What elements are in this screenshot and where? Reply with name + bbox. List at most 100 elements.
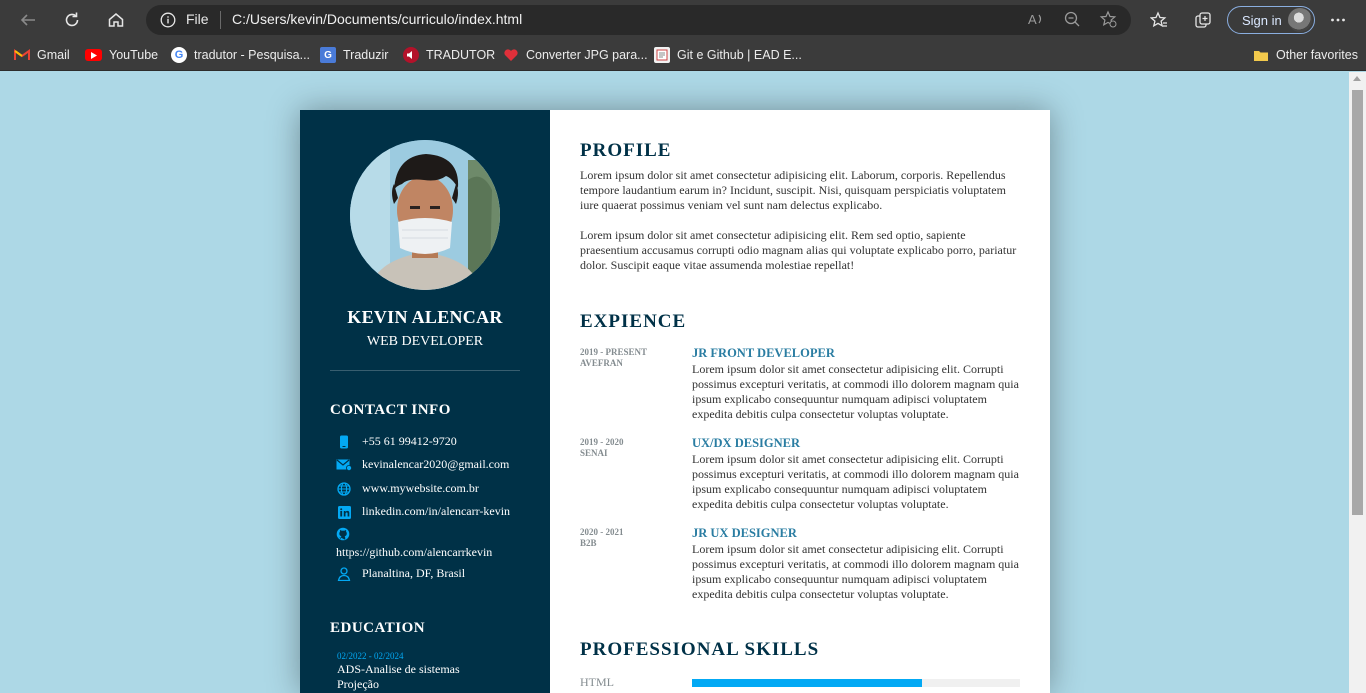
bookmark-tradutor[interactable]: TRADUTOR xyxy=(403,45,495,65)
back-icon[interactable] xyxy=(12,4,44,36)
profile-paragraph: Lorem ipsum dolor sit amet consectetur a… xyxy=(580,228,1017,272)
globe-icon xyxy=(336,481,352,497)
phone-icon xyxy=(336,434,352,450)
resume-container: KEVIN ALENCAR WEB DEVELOPER CONTACT INFO… xyxy=(300,110,1050,693)
experience-title: UX/DX DESIGNER xyxy=(692,436,801,450)
add-favorite-icon[interactable] xyxy=(1099,10,1117,33)
contact-text: https://github.com/alencarrkevin xyxy=(336,545,493,559)
collections-icon[interactable] xyxy=(1187,4,1219,36)
address-divider xyxy=(220,11,221,29)
page-icon xyxy=(654,47,670,63)
home-icon[interactable] xyxy=(100,4,132,36)
skill-name: HTML xyxy=(580,675,614,689)
skills-heading: PROFESSIONAL SKILLS xyxy=(580,639,820,660)
resume-main: PROFILE Lorem ipsum dolor sit amet conse… xyxy=(550,110,1050,693)
speaker-icon xyxy=(403,47,419,63)
location-icon xyxy=(336,566,352,582)
experience-date: 2020 - 2021 B2B xyxy=(580,527,680,549)
bookmark-label: tradutor - Pesquisa... xyxy=(194,48,311,62)
bookmark-label: Converter JPG para... xyxy=(526,48,648,62)
page-scrollbar[interactable] xyxy=(1349,72,1366,693)
contact-text: www.mywebsite.com.br xyxy=(362,481,479,495)
bookmark-youtube[interactable]: YouTube xyxy=(85,45,158,65)
contact-email[interactable]: kevinalencar2020@gmail.com xyxy=(336,457,536,473)
bookmark-label: Git e Github | EAD E... xyxy=(677,48,802,62)
scheme-label: File xyxy=(186,11,209,27)
experience-period: 2020 - 2021 xyxy=(580,527,624,537)
more-options-icon[interactable] xyxy=(1322,4,1354,36)
sidebar-divider xyxy=(330,370,520,371)
bookmark-gmail[interactable]: Gmail xyxy=(14,45,70,65)
profile-paragraph: Lorem ipsum dolor sit amet consectetur a… xyxy=(580,168,1006,212)
url-text[interactable]: C:/Users/kevin/Documents/curriculo/index… xyxy=(232,11,522,27)
scroll-up-icon[interactable] xyxy=(1353,76,1361,81)
contact-text: linkedin.com/in/alencarr-kevin xyxy=(362,504,511,518)
zoom-out-icon[interactable] xyxy=(1063,10,1081,33)
sign-in-button[interactable]: Sign in xyxy=(1227,6,1315,34)
contact-github[interactable]: https://github.com/alencarrkevin xyxy=(336,527,536,560)
profile-avatar xyxy=(1288,8,1312,32)
youtube-icon xyxy=(85,49,102,61)
email-icon xyxy=(336,457,352,473)
contact-location: Planaltina, DF, Brasil xyxy=(336,566,536,582)
education-heading: EDUCATION xyxy=(330,620,426,636)
folder-icon xyxy=(1253,47,1269,63)
experience-title: JR UX DESIGNER xyxy=(692,526,797,540)
profile-photo xyxy=(350,140,500,290)
heart-icon xyxy=(503,47,519,63)
experience-text: Lorem ipsum dolor sit amet consectetur a… xyxy=(692,452,1019,511)
experience-period: 2019 - 2020 xyxy=(580,437,624,447)
contact-website[interactable]: www.mywebsite.com.br xyxy=(336,481,536,497)
bookmarks-bar: Gmail YouTube G tradutor - Pesquisa... G… xyxy=(0,40,1366,71)
translate-icon: G xyxy=(320,47,336,63)
experience-text: Lorem ipsum dolor sit amet consectetur a… xyxy=(692,542,1019,601)
address-bar[interactable]: File C:/Users/kevin/Documents/curriculo/… xyxy=(146,5,1131,35)
education-years: 02/2022 - 02/2024 xyxy=(337,651,404,661)
contact-info-heading: CONTACT INFO xyxy=(330,402,451,418)
profile-heading: PROFILE xyxy=(580,140,672,161)
browser-toolbar: File C:/Users/kevin/Documents/curriculo/… xyxy=(0,0,1366,40)
bookmark-traduzir[interactable]: G Traduzir xyxy=(320,45,388,65)
skill-bar xyxy=(692,679,1020,687)
bookmark-label: YouTube xyxy=(109,48,159,62)
bookmark-label: Traduzir xyxy=(343,48,389,62)
resume-sidebar: KEVIN ALENCAR WEB DEVELOPER CONTACT INFO… xyxy=(300,110,550,693)
experience-title: JR FRONT DEVELOPER xyxy=(692,346,835,360)
other-favorites-label: Other favorites xyxy=(1276,48,1358,62)
experience-text: Lorem ipsum dolor sit amet consectetur a… xyxy=(692,362,1019,421)
linkedin-icon xyxy=(336,504,352,520)
contact-phone: +55 61 99412-9720 xyxy=(336,434,536,450)
bookmark-converter-jpg[interactable]: Converter JPG para... xyxy=(503,45,648,65)
bookmark-label: TRADUTOR xyxy=(426,48,496,62)
education-school: Projeção xyxy=(337,677,379,691)
contact-text: kevinalencar2020@gmail.com xyxy=(362,457,510,471)
experience-heading: EXPIENCE xyxy=(580,311,687,332)
contact-linkedin[interactable]: linkedin.com/in/alencarr-kevin xyxy=(336,504,536,520)
svg-text:A: A xyxy=(1028,12,1037,27)
experience-period: 2019 - PRESENT xyxy=(580,347,648,357)
skill-bar-fill xyxy=(692,679,922,687)
contact-text: +55 61 99412-9720 xyxy=(362,434,457,448)
education-course: ADS-Analise de sistemas xyxy=(337,662,460,676)
bookmark-label: Gmail xyxy=(37,48,70,62)
gmail-icon xyxy=(14,47,30,63)
experience-org: AVEFRAN xyxy=(580,358,623,368)
experience-date: 2019 - 2020 SENAI xyxy=(580,437,680,459)
other-favorites[interactable]: Other favorites xyxy=(1253,45,1358,65)
bookmark-tradutor-pesquisa[interactable]: G tradutor - Pesquisa... xyxy=(171,45,310,65)
experience-org: B2B xyxy=(580,538,597,548)
person-name: KEVIN ALENCAR xyxy=(347,307,503,327)
person-role: WEB DEVELOPER xyxy=(366,334,484,349)
bookmark-git-github[interactable]: Git e Github | EAD E... xyxy=(654,45,802,65)
scrollbar-thumb[interactable] xyxy=(1352,90,1363,515)
google-icon: G xyxy=(171,47,187,63)
site-info-icon[interactable] xyxy=(160,12,176,33)
refresh-icon[interactable] xyxy=(56,4,88,36)
read-aloud-icon[interactable]: A xyxy=(1027,10,1045,33)
experience-date: 2019 - PRESENT AVEFRAN xyxy=(580,347,680,369)
contact-text: Planaltina, DF, Brasil xyxy=(362,566,466,580)
github-icon xyxy=(336,527,352,543)
experience-org: SENAI xyxy=(580,448,608,458)
sign-in-label: Sign in xyxy=(1242,12,1282,28)
favorites-icon[interactable] xyxy=(1143,4,1175,36)
